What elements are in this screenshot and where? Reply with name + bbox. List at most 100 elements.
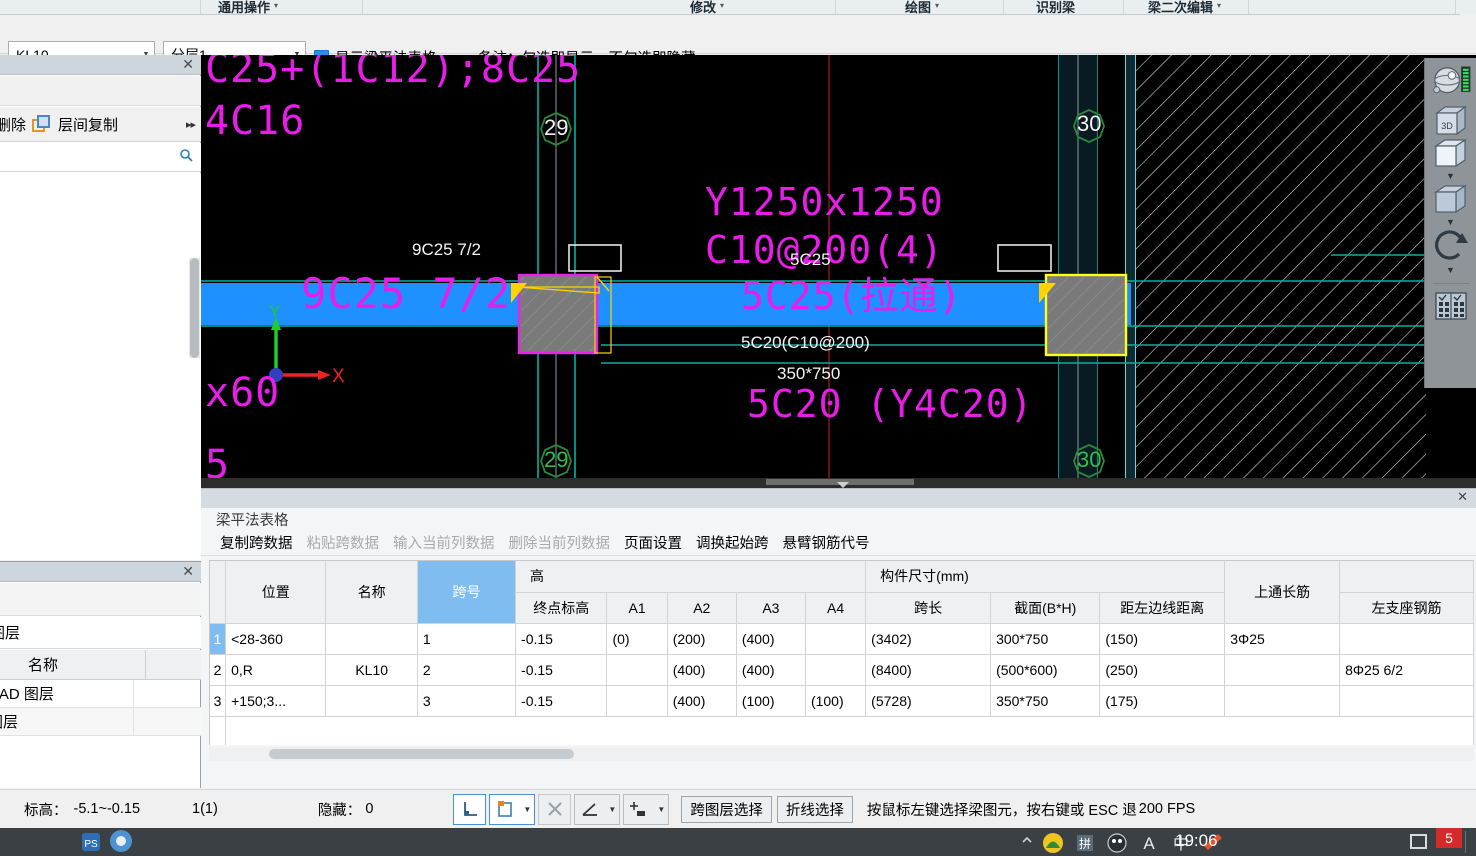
- left-panel-scrollbar[interactable]: [189, 258, 200, 358]
- cell-a2[interactable]: (200): [667, 623, 737, 655]
- cell-span-length[interactable]: (5728): [865, 685, 992, 717]
- column-header-left-support-rebar[interactable]: 左支座钢筋: [1339, 592, 1474, 624]
- chevron-down-icon[interactable]: ▼: [1446, 265, 1455, 275]
- taskbar-tray-icon-1[interactable]: [1040, 830, 1066, 854]
- column-header-a3[interactable]: A3: [736, 592, 806, 624]
- close-icon[interactable]: ✕: [182, 563, 194, 580]
- cell-dist-left[interactable]: (250): [1099, 654, 1226, 686]
- close-icon[interactable]: ✕: [1457, 489, 1468, 505]
- table-row[interactable]: 3 +150;3... 3 -0.15 (400) (100) (100) (5…: [210, 685, 1474, 717]
- cell-span-no[interactable]: 2: [417, 654, 517, 686]
- ribbon-group-beam-secondary-edit[interactable]: 梁二次编辑 ▾: [1148, 0, 1221, 14]
- copy-span-data-button[interactable]: 复制跨数据: [213, 532, 300, 553]
- row-index[interactable]: 2: [210, 654, 227, 686]
- taskbar-tray-icon-4[interactable]: A: [1136, 830, 1162, 854]
- taskbar-notification-icon[interactable]: [1410, 834, 1427, 849]
- column-header-a1[interactable]: A1: [606, 592, 668, 624]
- taskbar-tray-expand-icon[interactable]: [1020, 834, 1034, 851]
- chevron-down-icon[interactable]: ▼: [1446, 217, 1455, 227]
- taskbar-tray-icon-2[interactable]: 拼: [1072, 830, 1098, 854]
- cell-dist-left[interactable]: (150): [1099, 623, 1226, 655]
- column-header-name[interactable]: 名称: [325, 561, 418, 624]
- cell-a2[interactable]: (400): [667, 685, 737, 717]
- ribbon-group-recognize-beam[interactable]: 识别梁: [1036, 0, 1075, 14]
- cell-span-no[interactable]: 1: [417, 623, 517, 655]
- cell-span-length[interactable]: (8400): [865, 654, 992, 686]
- cell-top-rebar[interactable]: 3Φ25: [1224, 623, 1341, 655]
- cell-a3[interactable]: (400): [736, 654, 806, 686]
- cell-a1[interactable]: [606, 685, 668, 717]
- cad-drawing-canvas[interactable]: 29 30 29 30 C25+(1C12);8C25 4C16 Y1250x1…: [201, 55, 1476, 485]
- beam-data-grid[interactable]: 位置 名称 跨号 高 构件尺寸(mm) 上通长筋 终点标高 A1 A2 A3 A…: [209, 560, 1474, 745]
- close-icon[interactable]: ✕: [182, 56, 194, 73]
- angle-split-button[interactable]: ▼: [574, 793, 621, 825]
- chevron-down-icon[interactable]: ▼: [1446, 171, 1455, 181]
- add-point-split-button[interactable]: ▼: [623, 793, 670, 825]
- cross-layer-select-button[interactable]: 跨图层选择: [681, 795, 772, 823]
- copy-layer-icon[interactable]: [490, 799, 520, 819]
- cell-end-elevation[interactable]: -0.15: [515, 685, 608, 717]
- cell-top-rebar[interactable]: [1224, 654, 1341, 686]
- rotate-icon[interactable]: [1431, 230, 1471, 264]
- table-row[interactable]: 图层: [0, 708, 201, 736]
- column-header-span-length[interactable]: 跨长: [865, 592, 992, 624]
- add-point-icon[interactable]: [624, 799, 654, 819]
- table-row[interactable]: CAD 图层: [0, 680, 201, 708]
- left-panel-tree[interactable]: [0, 173, 201, 560]
- overflow-chevron-icon[interactable]: ▸▸: [186, 118, 196, 131]
- copy-between-floors-icon[interactable]: [32, 115, 52, 133]
- taskbar-tray-icon-3[interactable]: [1104, 830, 1130, 854]
- cell-span-no[interactable]: 3: [417, 685, 517, 717]
- cell-position[interactable]: <28-360: [225, 623, 327, 655]
- cell-a1[interactable]: (0): [606, 623, 668, 655]
- column-header-position[interactable]: 位置: [225, 561, 327, 624]
- cell-end-elevation[interactable]: -0.15: [515, 654, 608, 686]
- cell-dist-left[interactable]: (175): [1099, 685, 1226, 717]
- grid-horizontal-scrollbar[interactable]: [209, 747, 1474, 761]
- scrollbar-thumb[interactable]: [190, 258, 199, 358]
- search-input[interactable]: [0, 143, 201, 172]
- cell-a3[interactable]: (100): [736, 685, 806, 717]
- cell-section[interactable]: 350*750: [990, 685, 1101, 717]
- cell-end-elevation[interactable]: -0.15: [515, 623, 608, 655]
- cell-left-support[interactable]: 8Φ25 6/2: [1339, 654, 1474, 686]
- copy-layer-split-button[interactable]: ▼: [489, 793, 536, 825]
- column-header-a2[interactable]: A2: [667, 592, 737, 624]
- cell-a3[interactable]: (400): [736, 623, 806, 655]
- chevron-down-icon[interactable]: ▼: [605, 805, 619, 814]
- taskbar-clock[interactable]: 19:06: [1175, 831, 1218, 851]
- table-row[interactable]: 2 0,R KL10 2 -0.15 (400) (400) (8400) (5…: [210, 654, 1474, 686]
- wireframe-box-icon[interactable]: [1431, 138, 1471, 170]
- ribbon-group-draw[interactable]: 绘图 ▾: [905, 0, 939, 14]
- table-row[interactable]: 1 <28-360 1 -0.15 (0) (200) (400) (3402)…: [210, 623, 1474, 655]
- cell-name[interactable]: [325, 685, 418, 717]
- column-header-a4[interactable]: A4: [805, 592, 867, 624]
- column-header-end-elevation[interactable]: 终点标高: [515, 592, 608, 624]
- ribbon-group-general-ops[interactable]: 通用操作 ▾: [218, 0, 278, 14]
- taskbar-app-1[interactable]: PS: [80, 830, 124, 854]
- cell-a1[interactable]: [606, 654, 668, 686]
- polyline-select-button[interactable]: 折线选择: [776, 795, 853, 823]
- cell-position[interactable]: +150;3...: [225, 685, 327, 717]
- cell-a4[interactable]: [805, 623, 867, 655]
- scrollbar-thumb[interactable]: [269, 749, 574, 759]
- cell-position[interactable]: 0,R: [225, 654, 327, 686]
- cell-name[interactable]: [325, 623, 418, 655]
- cube-3d-icon[interactable]: 3D: [1431, 104, 1471, 138]
- panel-splitter[interactable]: [201, 478, 1476, 488]
- delete-button[interactable]: 删除: [0, 114, 26, 135]
- angle-icon[interactable]: [575, 799, 605, 819]
- row-index[interactable]: 1: [210, 623, 227, 655]
- cell-a4[interactable]: [805, 654, 867, 686]
- chevron-down-icon[interactable]: ▼: [654, 805, 668, 814]
- column-header-section[interactable]: 截面(B*H): [990, 592, 1101, 624]
- copy-between-floors-button[interactable]: 层间复制: [58, 114, 118, 135]
- list-view-icon[interactable]: [1431, 289, 1471, 323]
- cell-top-rebar[interactable]: [1224, 685, 1341, 717]
- chevron-down-icon[interactable]: ▼: [520, 805, 534, 814]
- cantilever-rebar-code-button[interactable]: 悬臂钢筋代号: [776, 532, 877, 553]
- cell-span-length[interactable]: (3402): [865, 623, 992, 655]
- column-header-span-no[interactable]: 跨号: [417, 561, 517, 624]
- cell-a2[interactable]: (400): [667, 654, 737, 686]
- notification-badge[interactable]: 5: [1436, 828, 1462, 848]
